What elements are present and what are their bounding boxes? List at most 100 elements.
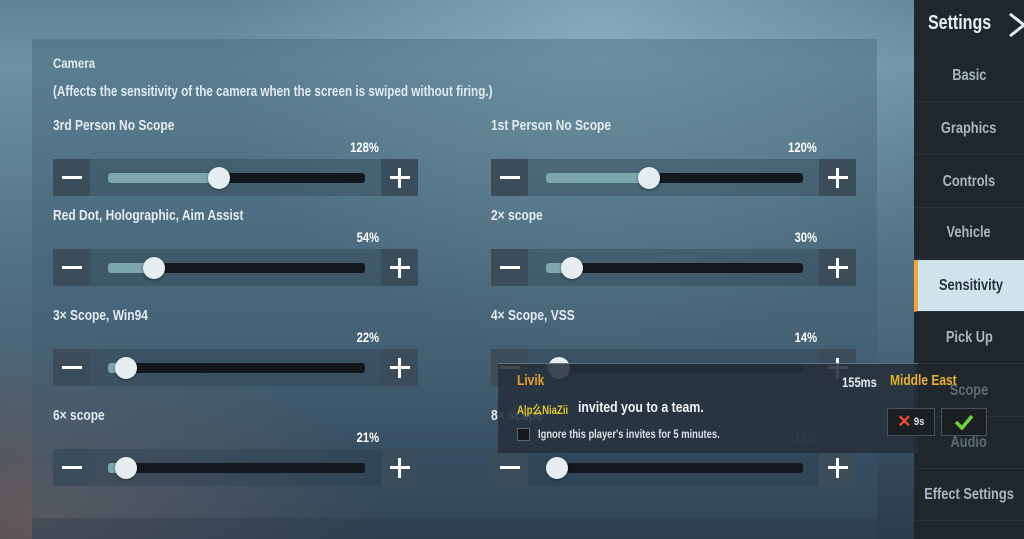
setting-3x-scope: 3× Scope, Win94 22% [53, 307, 418, 386]
setting-6x-scope: 6× scope 21% [53, 407, 418, 486]
invite-ping: 155ms [842, 374, 877, 390]
setting-label: 3× Scope, Win94 [53, 307, 148, 324]
increase-button[interactable] [381, 349, 418, 386]
sidebar-item-label: Pick Up [945, 328, 993, 346]
panel-bottom-strip [32, 518, 877, 539]
slider-track[interactable] [108, 457, 365, 479]
setting-red-dot: Red Dot, Holographic, Aim Assist 54% [53, 207, 418, 286]
slider-row [491, 449, 856, 486]
minus-icon [61, 366, 82, 369]
sidebar-item-label: Audio [950, 433, 988, 451]
sidebar-item-label: Controls [942, 172, 996, 190]
plus-icon-vertical [836, 257, 839, 278]
sidebar-title: Settings [928, 12, 992, 34]
setting-label: 2× scope [491, 207, 543, 224]
slider-track[interactable] [546, 457, 803, 479]
slider-row [491, 249, 856, 286]
decrease-button[interactable] [53, 249, 90, 286]
setting-label: 1st Person No Scope [491, 117, 612, 134]
increase-button[interactable] [381, 249, 418, 286]
sidebar-item-pick-up[interactable]: Pick Up [914, 312, 1024, 364]
setting-3rd-person-no-scope: 3rd Person No Scope 128% [53, 117, 418, 196]
sidebar-item-graphics[interactable]: Graphics [914, 103, 1024, 155]
slider-track[interactable] [108, 357, 365, 379]
section-title: Camera [53, 55, 96, 71]
setting-value: 128% [350, 139, 379, 155]
sidebar-item-label: Effect Settings [924, 485, 1014, 503]
setting-1st-person-no-scope: 1st Person No Scope 120% [491, 117, 856, 196]
minus-icon [61, 466, 82, 469]
slider-track[interactable] [108, 167, 365, 189]
minus-icon [499, 466, 520, 469]
slider-row [53, 349, 418, 386]
sidebar-item-label: Vehicle [946, 223, 992, 241]
invite-message: invited you to a team. [578, 399, 704, 416]
setting-value: 22% [356, 329, 379, 345]
setting-2x-scope: 2× scope 30% [491, 207, 856, 286]
plus-icon-vertical [398, 457, 401, 478]
minus-icon [61, 176, 82, 179]
decline-timer: 9s [913, 416, 924, 428]
increase-button[interactable] [819, 249, 856, 286]
checkmark-icon [954, 414, 974, 430]
decline-invite-button[interactable]: ✕ 9s [887, 408, 935, 436]
slider-track[interactable] [108, 257, 365, 279]
slider-thumb[interactable] [637, 167, 660, 189]
setting-value: 21% [356, 429, 379, 445]
close-icon [1009, 12, 1024, 38]
setting-value: 14% [794, 329, 817, 345]
slider-row [53, 449, 418, 486]
plus-icon-vertical [398, 357, 401, 378]
increase-button[interactable] [381, 449, 418, 486]
slider-row [491, 159, 856, 196]
close-button[interactable] [1008, 12, 1024, 38]
slider-thumb[interactable] [143, 257, 166, 279]
sidebar-item-effect-settings[interactable]: Effect Settings [914, 469, 1024, 521]
slider-fill [546, 173, 649, 183]
decrease-button[interactable] [53, 349, 90, 386]
slider-thumb[interactable] [207, 167, 230, 189]
slider-thumb[interactable] [114, 457, 137, 479]
decrease-button[interactable] [53, 159, 90, 196]
slider-track[interactable] [546, 257, 803, 279]
ignore-invites-label[interactable]: Ignore this player's invites for 5 minut… [538, 427, 720, 441]
setting-value: 120% [788, 139, 817, 155]
section-description: (Affects the sensitivity of the camera w… [53, 83, 493, 100]
slider-thumb[interactable] [114, 357, 137, 379]
slider-thumb[interactable] [560, 257, 583, 279]
minus-icon [61, 266, 82, 269]
plus-icon-vertical [398, 257, 401, 278]
ignore-invites-checkbox[interactable] [517, 428, 530, 441]
slider-row [53, 249, 418, 286]
setting-value: 30% [794, 229, 817, 245]
sidebar-item-basic[interactable]: Basic [914, 50, 1024, 102]
minus-icon [499, 266, 520, 269]
sidebar-item-controls[interactable]: Controls [914, 156, 1024, 208]
setting-label: Red Dot, Holographic, Aim Assist [53, 207, 244, 224]
increase-button[interactable] [819, 159, 856, 196]
slider-track[interactable] [546, 167, 803, 189]
invite-player-name: A|p么NiaZii [517, 403, 569, 417]
plus-icon-vertical [398, 167, 401, 188]
invite-region: Middle East [890, 372, 957, 389]
setting-value: 54% [356, 229, 379, 245]
slider-row [53, 159, 418, 196]
sidebar-item-vehicle[interactable]: Vehicle [914, 207, 1024, 259]
minus-icon [499, 176, 520, 179]
decrease-button[interactable] [491, 249, 528, 286]
decrease-button[interactable] [491, 159, 528, 196]
setting-label: 3rd Person No Scope [53, 117, 175, 134]
increase-button[interactable] [381, 159, 418, 196]
sidebar-item-label: Basic [951, 66, 987, 84]
increase-button[interactable] [819, 449, 856, 486]
slider-thumb[interactable] [546, 457, 568, 479]
decrease-button[interactable] [491, 449, 528, 486]
decrease-button[interactable] [53, 449, 90, 486]
sidebar-item-label: Sensitivity [938, 276, 1004, 294]
plus-icon-vertical [836, 457, 839, 478]
plus-icon-vertical [836, 167, 839, 188]
slider-fill [108, 173, 219, 183]
accept-invite-button[interactable] [941, 408, 987, 436]
sidebar-item-sensitivity[interactable]: Sensitivity [914, 260, 1024, 312]
invite-map-name: Livik [517, 372, 545, 389]
